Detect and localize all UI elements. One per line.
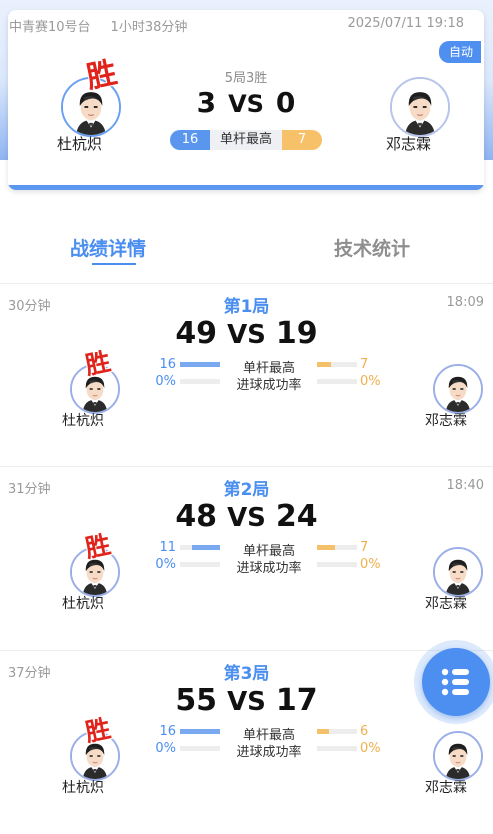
match-duration: 1小时38分钟 — [110, 20, 188, 35]
frame-score: 48 VS 24 — [0, 499, 493, 534]
frame-card[interactable]: 30分钟 第1局 18:09 49 VS 19 16 单杆最高 7 0% 进球成功率… — [0, 283, 493, 467]
score-left: 3 — [196, 86, 217, 119]
break-left-fill — [192, 545, 220, 550]
list-menu-icon — [441, 668, 469, 696]
tab-record-details[interactable]: 战绩详情 — [70, 234, 146, 261]
tab-tech-stats[interactable]: 技术统计 — [334, 234, 410, 261]
match-summary-card: 中青赛10号台 1小时38分钟 2025/07/11 19:18 自动 胜 杜杭炽… — [8, 10, 484, 190]
best-break-bar: 16 单杆最高 7 — [170, 130, 322, 150]
break-left: 11 — [159, 540, 176, 555]
best-break-row: 16 单杆最高 7 — [150, 357, 380, 376]
player-left-name: 杜杭炽 — [57, 135, 103, 153]
rate-left: 0% — [155, 374, 176, 389]
best-break-label: 单杆最高 — [210, 130, 282, 150]
player-face-icon — [435, 549, 481, 595]
score-right: 0 — [275, 86, 296, 119]
break-right-track — [317, 729, 357, 734]
rate-right-track — [317, 379, 357, 384]
auto-mode-badge[interactable]: 自动 — [438, 41, 481, 63]
rate-left: 0% — [155, 741, 176, 756]
break-right-fill — [317, 729, 329, 734]
frame-avatar-right[interactable] — [433, 364, 483, 414]
vs-label: VS — [227, 320, 266, 350]
frame-score-left: 49 — [175, 316, 218, 351]
match-datetime: 2025/07/11 19:18 — [347, 16, 464, 31]
frame-title: 第2局 — [223, 480, 270, 500]
tab-active-indicator — [92, 263, 136, 265]
frame-time: 18:40 — [446, 478, 484, 493]
player-right-name: 邓志霖 — [386, 135, 432, 153]
break-left: 16 — [159, 357, 176, 372]
frame-avatar-right[interactable] — [433, 547, 483, 597]
rate-left-track — [180, 746, 220, 751]
pot-rate-label: 进球成功率 — [236, 561, 302, 576]
break-left-track — [180, 729, 220, 734]
menu-fab-button[interactable] — [414, 640, 493, 724]
break-left-fill — [180, 729, 220, 734]
frame-avatar-right[interactable] — [433, 731, 483, 781]
break-right-track — [317, 362, 357, 367]
player-face-icon — [435, 366, 481, 412]
rate-right: 0% — [360, 741, 381, 756]
frame-score-left: 55 — [175, 683, 218, 718]
best-break-right: 7 — [282, 130, 322, 150]
player-face-icon — [392, 79, 448, 135]
frame-score: 49 VS 19 — [0, 316, 493, 351]
rate-left-track — [180, 379, 220, 384]
frame-time: 18:09 — [446, 295, 484, 310]
best-break-row: 16 单杆最高 6 — [150, 724, 380, 743]
rate-right-track — [317, 562, 357, 567]
frame-player-left: 杜杭炽 — [62, 413, 104, 429]
break-right-fill — [317, 545, 335, 550]
frame-player-left: 杜杭炽 — [62, 780, 104, 796]
frame-player-right: 邓志霖 — [425, 413, 467, 429]
tab-bar: 战绩详情 技术统计 — [0, 222, 493, 272]
break-right-track — [317, 545, 357, 550]
pot-rate-row: 0% 进球成功率 0% — [150, 374, 381, 393]
best-break-row: 11 单杆最高 7 — [150, 540, 380, 559]
player-face-icon — [435, 733, 481, 779]
frame-player-right: 邓志霖 — [425, 780, 467, 796]
frame-title: 第1局 — [223, 297, 270, 317]
best-break-left: 16 — [170, 130, 210, 150]
pot-rate-row: 0% 进球成功率 0% — [150, 741, 381, 760]
rate-left: 0% — [155, 557, 176, 572]
break-right-fill — [317, 362, 331, 367]
break-right: 7 — [360, 357, 369, 372]
vs-label: VS — [227, 687, 266, 717]
frame-card[interactable]: 31分钟 第2局 18:40 48 VS 24 11 单杆最高 7 0% 进球成功率… — [0, 466, 493, 650]
table-name: 中青赛10号台 — [9, 20, 91, 35]
vs-label: VS — [228, 90, 264, 118]
avatar-right-player[interactable] — [390, 77, 450, 137]
rate-left-track — [180, 562, 220, 567]
card-accent-bar — [8, 185, 484, 190]
frame-score-right: 17 — [275, 683, 318, 718]
break-left-fill — [180, 362, 220, 367]
break-left: 16 — [159, 724, 176, 739]
rate-right: 0% — [360, 374, 381, 389]
frame-score-right: 19 — [275, 316, 318, 351]
pot-rate-row: 0% 进球成功率 0% — [150, 557, 381, 576]
rate-right: 0% — [360, 557, 381, 572]
break-right: 7 — [360, 540, 369, 555]
frame-score-left: 48 — [175, 499, 218, 534]
frame-player-right: 邓志霖 — [425, 596, 467, 612]
break-right: 6 — [360, 724, 369, 739]
vs-label: VS — [227, 503, 266, 533]
break-left-track — [180, 362, 220, 367]
pot-rate-label: 进球成功率 — [236, 745, 302, 760]
frame-player-left: 杜杭炽 — [62, 596, 104, 612]
break-left-track — [180, 545, 220, 550]
pot-rate-label: 进球成功率 — [236, 378, 302, 393]
menu-fab-inner[interactable] — [422, 648, 490, 716]
rate-right-track — [317, 746, 357, 751]
frame-score-right: 24 — [275, 499, 318, 534]
